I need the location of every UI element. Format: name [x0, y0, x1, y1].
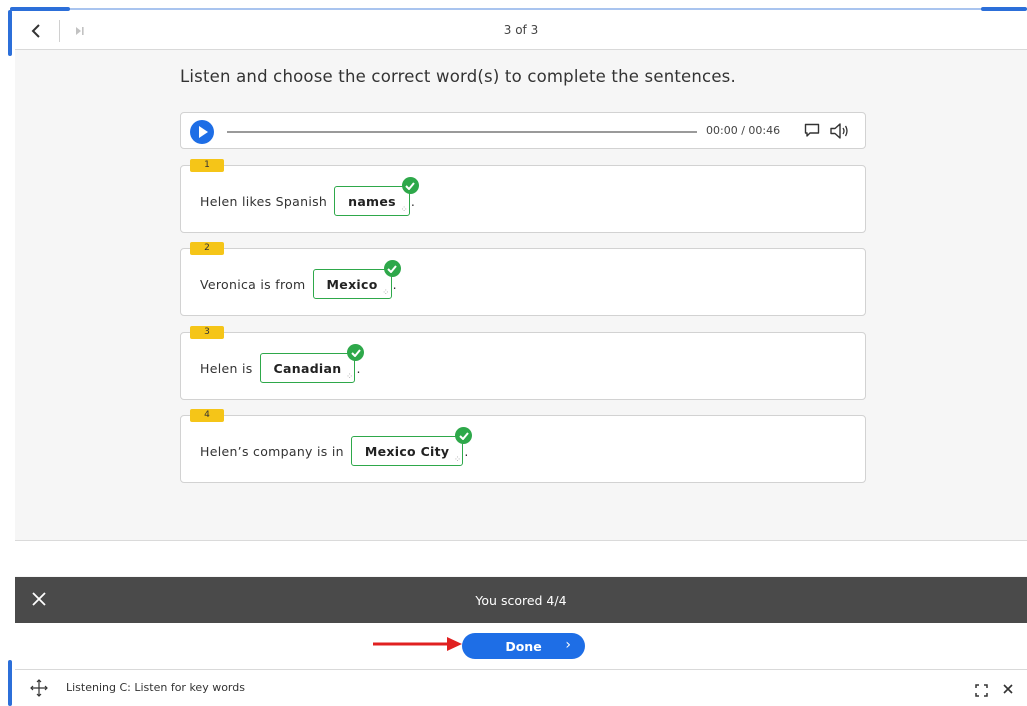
question-item: 4 Helen’s company is in Mexico City ⁘ .: [180, 409, 866, 483]
done-button[interactable]: Done ›: [462, 633, 585, 659]
answer-dropzone[interactable]: Mexico ⁘: [312, 260, 401, 299]
audio-progress-track[interactable]: [227, 131, 697, 133]
question-number-badge: 2: [190, 242, 224, 255]
sentence-end: .: [410, 193, 416, 209]
sentence-end: .: [464, 443, 469, 459]
score-text: You scored 4/4: [475, 593, 567, 608]
answer-dropzone[interactable]: Canadian ⁘: [259, 344, 365, 383]
question-number-badge: 4: [190, 409, 224, 422]
check-icon: [455, 427, 473, 444]
grip-icon: ⁘: [383, 289, 389, 296]
question-sentence: Helen likes Spanish names ⁘ .: [200, 177, 419, 216]
subtitles-icon[interactable]: [804, 123, 820, 138]
answer-text: names: [348, 193, 396, 209]
question-sentence: Helen is Canadian ⁘ .: [200, 344, 365, 383]
play-icon[interactable]: [190, 120, 214, 144]
check-icon: [401, 177, 419, 194]
answer-text: Canadian: [273, 360, 342, 376]
window-frame-accent-right: [981, 7, 1027, 11]
question-number-badge: 1: [190, 159, 224, 172]
window-frame-left-top: [8, 10, 12, 56]
sentence-end: .: [392, 276, 397, 292]
close-icon[interactable]: [1001, 681, 1015, 695]
question-text: Helen likes Spanish: [200, 193, 328, 209]
answer-dropzone[interactable]: Mexico City ⁘: [350, 427, 473, 466]
question-text: Helen’s company is in: [200, 443, 344, 459]
answer-dropzone[interactable]: names ⁘: [334, 177, 419, 216]
answer-text: Mexico: [326, 276, 378, 292]
top-navigation-bar: 3 of 3: [15, 12, 1027, 50]
question-text: Veronica is from: [200, 276, 306, 292]
question-item: 2 Veronica is from Mexico ⁘ .: [180, 242, 866, 316]
grip-icon: ⁘: [455, 456, 461, 463]
window-frame-top: [10, 8, 1027, 10]
instruction-text: Listen and choose the correct word(s) to…: [180, 67, 736, 86]
question-item: 1 Helen likes Spanish names ⁘ .: [180, 159, 866, 233]
audio-time: 00:00 / 00:46: [706, 124, 781, 137]
audio-player: 00:00 / 00:46: [180, 112, 866, 149]
question-sentence: Veronica is from Mexico ⁘ .: [200, 260, 401, 299]
question-item: 3 Helen is Canadian ⁘ .: [180, 326, 866, 400]
done-label: Done: [505, 638, 542, 654]
question-text: Helen is: [200, 360, 253, 376]
question-number-badge: 3: [190, 326, 224, 339]
move-icon[interactable]: [29, 678, 49, 698]
question-sentence: Helen’s company is in Mexico City ⁘ .: [200, 427, 473, 466]
annotation-arrow: [373, 637, 462, 651]
feedback-panel-top: [15, 540, 1027, 576]
activity-window: 3 of 3 Listen and choose the correct wor…: [15, 12, 1027, 706]
score-bar: You scored 4/4: [15, 577, 1027, 623]
answer-text: Mexico City: [364, 443, 450, 459]
grip-icon: ⁘: [401, 206, 407, 213]
window-frame-left-bottom: [8, 660, 12, 706]
window-frame-accent-left: [10, 7, 70, 11]
sentence-end: .: [356, 360, 361, 376]
page-counter: 3 of 3: [503, 23, 539, 37]
activity-title: Listening C: Listen for key words: [66, 681, 245, 694]
chevron-right-icon: ›: [565, 637, 571, 653]
grip-icon: ⁘: [347, 373, 353, 380]
done-area: Done ›: [15, 623, 1027, 669]
check-icon: [383, 260, 401, 277]
volume-icon[interactable]: [829, 122, 851, 140]
check-icon: [347, 344, 365, 361]
expand-icon[interactable]: [975, 682, 988, 697]
footer-bar: Listening C: Listen for key words: [15, 669, 1027, 706]
